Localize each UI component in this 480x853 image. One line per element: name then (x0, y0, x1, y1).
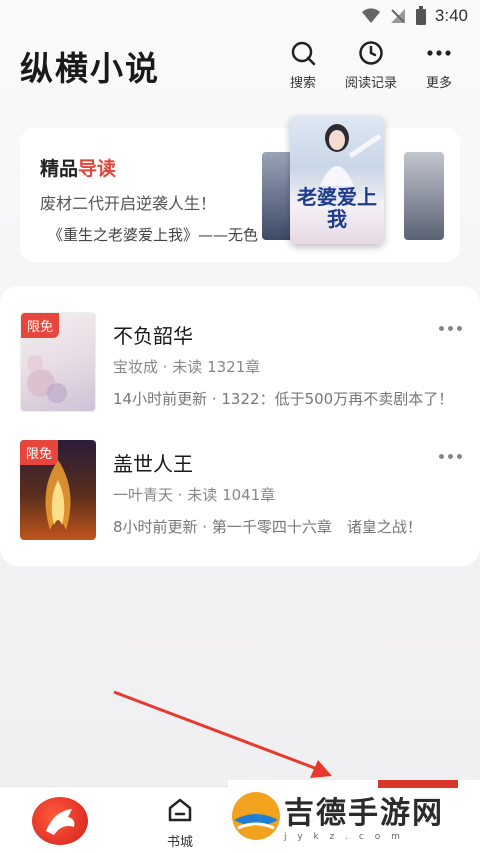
bookshelf-list: 限免 不负韶华 宝妆成 · 未读 1321章 14小时前更新 · 1322：低于… (0, 286, 480, 566)
header-actions: 搜索 阅读记录 更多 (276, 40, 466, 91)
book-item[interactable]: 限免 盖世人王 一叶青天 · 未读 1041章 8小时前更新 · 第一千零四十六… (0, 440, 480, 550)
bookstore-icon (168, 798, 192, 822)
book-update: 14小时前更新 · 1322：低于500万再不卖剧本了！ (113, 390, 454, 408)
book-title: 盖世人王 (113, 452, 193, 476)
reading-history-button[interactable]: 阅读记录 (344, 40, 398, 91)
book-more-icon[interactable] (439, 454, 462, 459)
wifi-icon (361, 8, 380, 23)
app-logo-icon[interactable] (32, 797, 88, 845)
free-badge: 限免 (20, 440, 59, 465)
site-watermark: 吉德手游网 j y k z . c o m (228, 780, 480, 853)
watermark-url: j y k z . c o m (284, 832, 404, 842)
status-time: 3:40 (434, 6, 468, 25)
free-badge: 限免 (21, 313, 60, 338)
book-cover: 限免 (20, 440, 96, 540)
more-button[interactable]: 更多 (412, 40, 466, 91)
status-bar: 3:40 (0, 0, 480, 34)
more-label: 更多 (425, 76, 452, 91)
featured-heading-accent: 导读 (78, 158, 117, 180)
watermark-red-strip (378, 780, 458, 788)
cover-side-right (404, 152, 444, 240)
watermark-logo-icon (232, 792, 280, 840)
horse-logo-icon (46, 809, 75, 835)
annotation-arrow (113, 690, 332, 778)
book-cover: 限免 (20, 312, 96, 412)
book-update: 8小时前更新 · 第一千零四十六章 诸皇之战！ (113, 518, 422, 536)
cover-figure-illustration (320, 124, 382, 186)
watermark-text: 吉德手游网 (284, 796, 444, 831)
featured-tagline: 废材二代开启逆袭人生！ (40, 194, 217, 213)
featured-reading-card[interactable]: 精品导读 废材二代开启逆袭人生！ 《重生之老婆爱上我》——无色 老婆爱上我 (20, 116, 460, 262)
featured-heading-plain: 精品 (40, 158, 79, 180)
signal-off-icon (390, 9, 405, 23)
bookstore-label: 书城 (166, 835, 193, 850)
featured-heading: 精品导读 (40, 154, 116, 181)
search-icon (291, 41, 316, 66)
book-meta: 宝妆成 · 未读 1321章 (113, 358, 261, 376)
book-meta: 一叶青天 · 未读 1041章 (113, 486, 276, 504)
book-title: 不负韶华 (113, 324, 193, 348)
search-label: 搜索 (289, 76, 316, 91)
more-dots-icon (427, 50, 451, 56)
featured-cover: 老婆爱上我 (290, 116, 384, 244)
featured-source: 《重生之老婆爱上我》——无色 (48, 226, 259, 244)
featured-cover-title: 老婆爱上我 (297, 185, 377, 231)
featured-cover-stack[interactable]: 老婆爱上我 (262, 116, 444, 246)
reading-history-label: 阅读记录 (344, 76, 397, 91)
status-icons: 3:40 (361, 6, 468, 26)
book-more-icon[interactable] (439, 326, 462, 331)
history-clock-icon (359, 41, 383, 65)
book-item[interactable]: 限免 不负韶华 宝妆成 · 未读 1321章 14小时前更新 · 1322：低于… (0, 312, 480, 422)
search-button[interactable]: 搜索 (276, 40, 330, 91)
battery-icon (415, 6, 426, 25)
app-title: 纵横小说 (20, 49, 160, 88)
nav-tab-bookstore[interactable]: 书城 (160, 797, 200, 850)
